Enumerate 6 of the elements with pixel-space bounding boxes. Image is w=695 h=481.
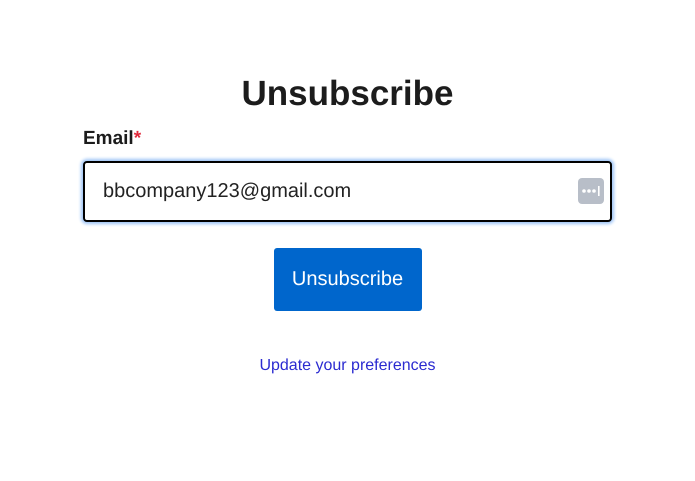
email-label: Email* [83, 128, 142, 150]
email-field[interactable]: bbcompany123@gmail.com [83, 161, 612, 222]
unsubscribe-button[interactable]: Unsubscribe [274, 248, 422, 311]
preferences-link[interactable]: Update your preferences [259, 357, 436, 375]
page-title: Unsubscribe [242, 74, 454, 114]
autofill-icon[interactable] [578, 178, 604, 204]
